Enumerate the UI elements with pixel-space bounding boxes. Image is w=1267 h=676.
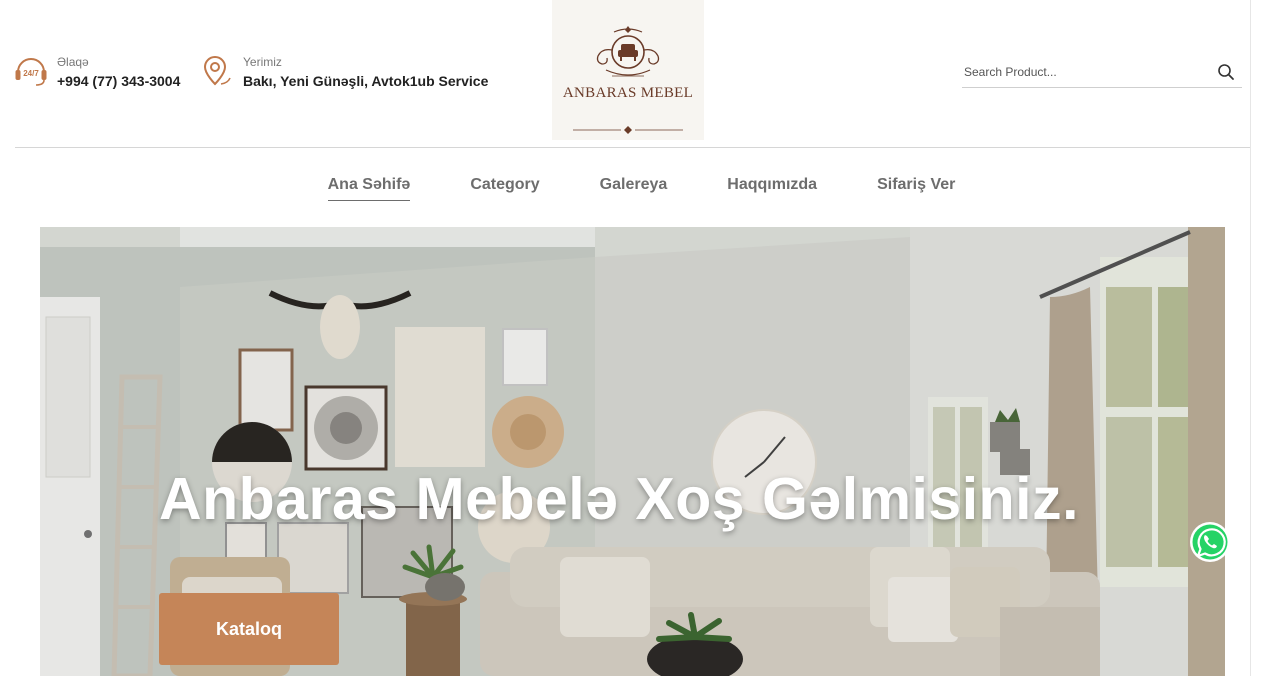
- main-nav: Ana Səhifə Category Galereya Haqqımızda …: [0, 176, 1267, 201]
- contact-phone-block: 24/7 Əlaqə +994 (77) 343-3004: [14, 54, 180, 92]
- svg-text:24/7: 24/7: [23, 69, 39, 78]
- header-divider: [15, 147, 1251, 148]
- nav-item-haqqimizda[interactable]: Haqqımızda: [727, 176, 817, 201]
- address-value: Bakı, Yeni Günəşli, Avtok1ub Service: [243, 73, 489, 89]
- site-header: 24/7 Əlaqə +994 (77) 343-3004 Yerimiz Ba…: [0, 0, 1251, 148]
- search-icon[interactable]: [1216, 62, 1236, 82]
- contact-phone-text: Əlaqə +994 (77) 343-3004: [57, 54, 180, 92]
- site-logo[interactable]: ANBARAS MEBEL: [552, 0, 704, 140]
- page: 24/7 Əlaqə +994 (77) 343-3004 Yerimiz Ba…: [0, 0, 1267, 676]
- nav-item-ana-sehife[interactable]: Ana Səhifə: [327, 176, 411, 201]
- search-bar: [962, 56, 1242, 88]
- logo-text: ANBARAS MEBEL: [562, 85, 694, 101]
- page-scrollbar[interactable]: [1250, 0, 1267, 676]
- location-pin-icon: [203, 55, 231, 86]
- armchair-crest-icon: [596, 26, 660, 77]
- whatsapp-icon[interactable]: [1188, 520, 1232, 564]
- hero-banner: Anbaras Mebelə Xoş Gəlmisiniz. Kataloq: [40, 227, 1225, 676]
- nav-item-category[interactable]: Category: [470, 176, 539, 201]
- nav-item-sifaris-ver[interactable]: Sifariş Ver: [877, 176, 955, 201]
- nav-list: Ana Səhifə Category Galereya Haqqımızda …: [298, 176, 986, 201]
- contact-phone-number[interactable]: +994 (77) 343-3004: [57, 70, 180, 92]
- headset-24-7-icon: 24/7: [15, 58, 47, 86]
- address-label: Yerimiz: [243, 55, 282, 69]
- hero-title: Anbaras Mebelə Xoş Gəlmisiniz.: [159, 466, 1079, 532]
- nav-item-galereya[interactable]: Galereya: [600, 176, 668, 201]
- logo-ornament: [573, 126, 683, 134]
- catalog-button[interactable]: Kataloq: [159, 593, 339, 665]
- contact-address-text: Yerimiz Bakı, Yeni Günəşli, Avtok1ub Ser…: [243, 54, 488, 92]
- contact-label: Əlaqə: [57, 55, 89, 69]
- contact-address-block: Yerimiz Bakı, Yeni Günəşli, Avtok1ub Ser…: [200, 54, 488, 92]
- search-input[interactable]: [962, 64, 1202, 79]
